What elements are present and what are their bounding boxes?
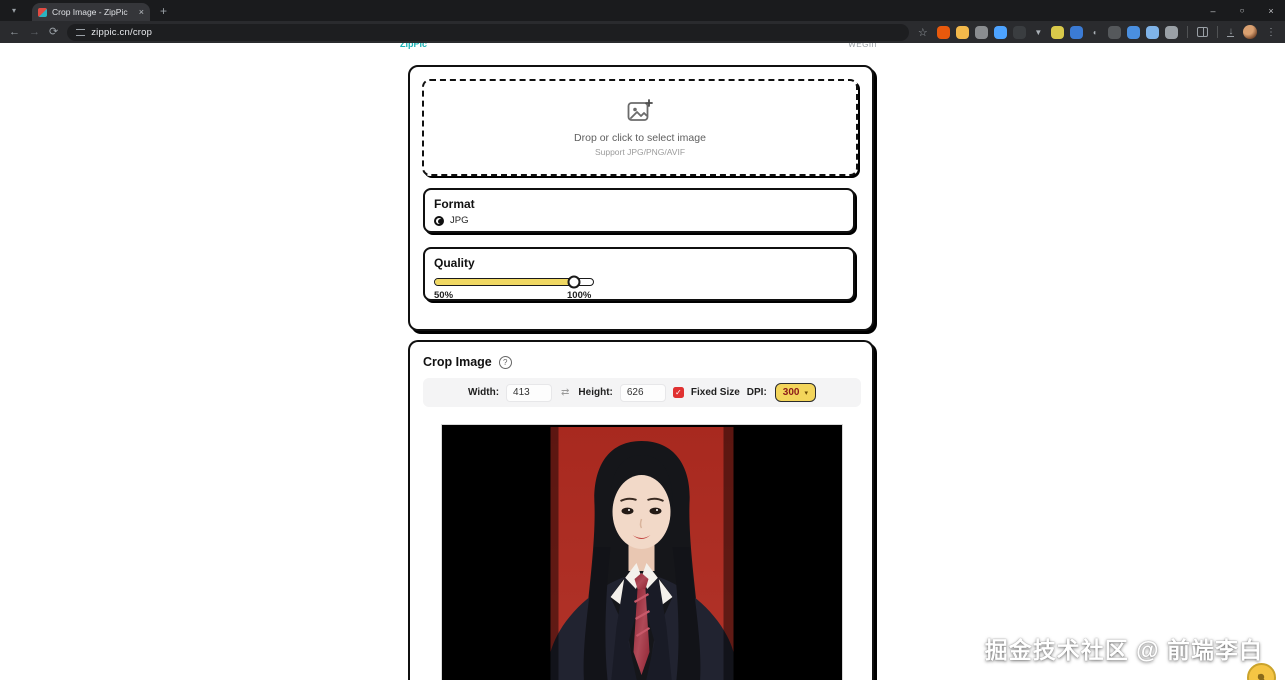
minimize-button[interactable]: – — [1207, 6, 1219, 16]
radio-selected-icon[interactable] — [434, 216, 444, 226]
extensions-puzzle-icon[interactable] — [1165, 26, 1178, 39]
site-header-right-text: WEGIII — [848, 43, 877, 49]
extension-yellow-red-icon[interactable] — [956, 26, 969, 39]
extension-dark-tile-icon[interactable] — [1013, 26, 1026, 39]
badge-mark-icon — [1257, 673, 1267, 680]
window-controls: – ○ × — [1207, 6, 1277, 16]
reload-icon[interactable]: ⟳ — [49, 27, 58, 38]
format-option-jpg[interactable]: JPG — [434, 215, 844, 226]
width-input[interactable] — [506, 384, 552, 402]
crop-dim-overlay-left — [551, 427, 559, 680]
format-label: Format — [434, 197, 844, 211]
address-bar[interactable]: zippic.cn/crop — [67, 24, 909, 41]
height-input[interactable] — [620, 384, 666, 402]
profile-avatar[interactable] — [1243, 25, 1257, 39]
quality-slider-fill — [435, 279, 574, 285]
extension-blue-dot-icon[interactable] — [994, 26, 1007, 39]
browser-tab[interactable]: Crop Image - ZipPic × — [32, 3, 150, 21]
width-label: Width: — [468, 387, 499, 398]
crop-controls-bar: Width: ⇄ Height: ✓ Fixed Size DPI: 300 ▾ — [423, 378, 861, 407]
quality-label: Quality — [434, 256, 844, 270]
toolbar-divider — [1217, 26, 1218, 38]
toolbar-divider — [1187, 26, 1188, 38]
extension-icons-row: ▼◐ — [937, 26, 1178, 39]
maximize-button[interactable]: ○ — [1236, 6, 1248, 15]
help-icon[interactable]: ? — [499, 356, 512, 369]
close-button[interactable]: × — [1265, 6, 1277, 16]
crop-dim-overlay-right — [724, 427, 734, 680]
extension-blue-tag-icon[interactable] — [1127, 26, 1140, 39]
site-info-icon[interactable] — [76, 29, 85, 36]
dpi-dropdown[interactable]: 300 ▾ — [775, 383, 816, 402]
webpage: ZipPic WEGIII Drop or click to select im… — [0, 43, 1285, 680]
extension-dim-arrow-icon[interactable] — [1108, 26, 1121, 39]
extension-half-circle-icon[interactable]: ◐ — [1089, 26, 1102, 39]
quality-slider-thumb[interactable] — [568, 276, 581, 289]
height-label: Height: — [578, 387, 612, 398]
dpi-label: DPI: — [747, 387, 767, 398]
image-dropzone[interactable]: Drop or click to select image Support JP… — [422, 79, 858, 176]
uploader-card: Drop or click to select image Support JP… — [408, 65, 874, 331]
extension-light-blue-icon[interactable] — [1146, 26, 1159, 39]
format-box: Format JPG — [423, 188, 855, 233]
back-icon[interactable]: ← — [9, 27, 20, 38]
fixed-size-label: Fixed Size — [691, 387, 740, 398]
dropzone-title: Drop or click to select image — [574, 132, 706, 144]
new-tab-button[interactable]: + — [160, 4, 167, 18]
tab-search-chevron-icon[interactable]: ▾ — [6, 4, 22, 18]
crop-card: Crop Image ? Width: ⇄ Height: ✓ Fixed Si… — [408, 340, 874, 680]
format-option-label: JPG — [450, 215, 468, 226]
tab-favicon — [38, 8, 47, 17]
downloads-icon[interactable]: ↓ — [1227, 27, 1234, 37]
extension-grey-square-icon[interactable] — [975, 26, 988, 39]
quality-box: Quality 50% 100% — [423, 247, 855, 301]
dropzone-subtitle: Support JPG/PNG/AVIF — [595, 147, 685, 157]
swap-dimensions-icon[interactable]: ⇄ — [559, 387, 571, 398]
tab-title: Crop Image - ZipPic — [52, 7, 134, 17]
tab-close-icon[interactable]: × — [139, 7, 144, 17]
extension-blue-tile-icon[interactable] — [1070, 26, 1083, 39]
image-plus-icon — [627, 99, 653, 123]
extension-yellow-flag-icon[interactable] — [1051, 26, 1064, 39]
extension-vimium-icon[interactable]: ▼ — [1032, 26, 1045, 39]
extension-orange-figure-icon[interactable] — [937, 26, 950, 39]
browser-window: ▾ Crop Image - ZipPic × + – ○ × ← → ⟳ zi… — [0, 0, 1285, 680]
quality-value-label: 100% — [567, 290, 591, 301]
bookmark-star-icon[interactable]: ☆ — [918, 26, 928, 39]
floating-badge[interactable] — [1247, 663, 1276, 680]
crop-title: Crop Image — [423, 355, 492, 369]
forward-icon[interactable]: → — [29, 27, 40, 38]
browser-menu-icon[interactable]: ⋮ — [1266, 27, 1276, 38]
site-logo-fragment[interactable]: ZipPic — [400, 43, 440, 49]
crop-preview[interactable] — [441, 424, 843, 680]
quality-slider-labels: 50% 100% — [434, 290, 594, 302]
watermark-text: 掘金技术社区 @ 前端李白 — [985, 631, 1263, 665]
reading-list-icon[interactable] — [1197, 27, 1209, 37]
quality-min-label: 50% — [434, 290, 453, 301]
chevron-down-icon: ▾ — [804, 389, 808, 397]
portrait-photo — [551, 427, 734, 680]
fixed-size-checkbox[interactable]: ✓ — [673, 387, 684, 398]
url-text: zippic.cn/crop — [91, 27, 152, 38]
titlebar: ▾ Crop Image - ZipPic × + – ○ × — [0, 0, 1285, 21]
dpi-value: 300 — [783, 387, 800, 398]
quality-slider[interactable] — [434, 278, 594, 286]
crop-header: Crop Image ? — [423, 355, 512, 369]
browser-toolbar: ← → ⟳ zippic.cn/crop ☆ ▼◐ ↓ ⋮ — [0, 21, 1285, 43]
